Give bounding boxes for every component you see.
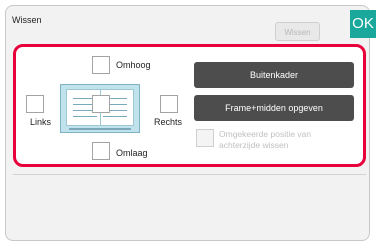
left-edge-checkbox[interactable] [26,95,44,113]
right-edge-checkbox[interactable] [160,95,178,113]
ok-button[interactable]: OK [350,10,376,38]
bottom-edge-label: Omlaag [116,148,148,158]
dialog-title: Wissen [12,15,42,25]
top-edge-checkbox[interactable] [92,56,110,74]
right-edge-label: Rechts [154,117,183,127]
clear-button[interactable]: Wissen [275,22,320,41]
text-line [103,116,127,117]
reverse-back-label-line1: Omgekeerde positie van [219,129,312,139]
reverse-back-checkbox[interactable] [196,129,214,147]
center-checkbox[interactable] [92,95,110,113]
book-base [69,128,131,130]
frame-center-button[interactable]: Frame+midden opgeven [194,95,354,121]
text-line [73,116,97,117]
bottom-edge-checkbox[interactable] [92,142,110,160]
left-edge-label: Links [30,117,52,127]
reverse-back-label: Omgekeerde positie van achterzijde wisse… [219,129,311,151]
reverse-back-label-line2: achterzijde wissen [219,140,289,150]
outer-frame-button[interactable]: Buitenkader [194,62,354,88]
divider [13,174,366,175]
top-edge-label: Omhoog [116,60,151,70]
